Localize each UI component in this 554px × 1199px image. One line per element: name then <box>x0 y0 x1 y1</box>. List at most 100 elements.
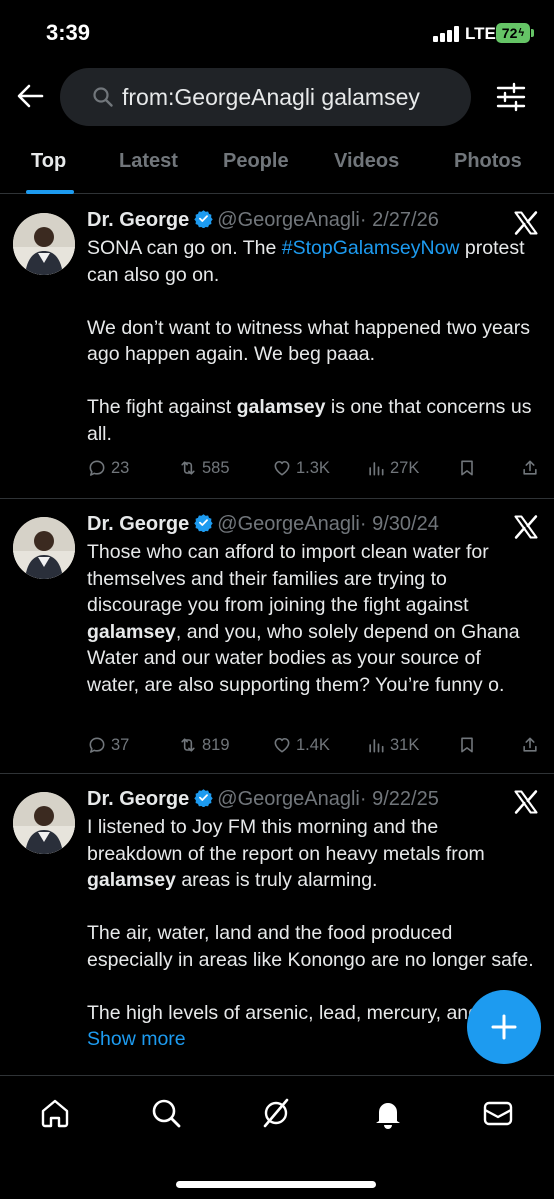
tweet-text-part: Those who can afford to import clean wat… <box>87 541 489 616</box>
x-logo-icon <box>514 211 538 235</box>
repost-count: 819 <box>202 735 230 754</box>
like-count: 1.3K <box>296 458 330 477</box>
compose-button[interactable] <box>467 990 541 1064</box>
tweet-actions: 23 585 1.3K 27K <box>0 458 554 484</box>
tweet-text-part: areas is truly alarming. <box>175 869 378 891</box>
views-icon <box>369 462 384 476</box>
author-name[interactable]: Dr. George <box>87 788 189 810</box>
hashtag-link[interactable]: #StopGalamseyNow <box>282 237 460 259</box>
tab-latest[interactable]: Latest <box>119 150 178 173</box>
battery-icon: 72 ϟ <box>496 23 530 43</box>
network-label: LTE <box>465 24 496 43</box>
verified-icon <box>194 514 213 532</box>
author-handle[interactable]: @GeorgeAnagli <box>217 788 360 810</box>
active-tab-indicator <box>26 190 74 194</box>
home-icon[interactable] <box>38 1096 72 1130</box>
bookmark-icon <box>461 737 473 753</box>
tweet[interactable]: Dr. George @GeorgeAnagli· 9/30/24 Those w… <box>0 499 554 774</box>
tab-people[interactable]: People <box>223 150 289 173</box>
tweet-text-part: The fight against <box>87 396 237 418</box>
x-logo-icon <box>514 790 538 814</box>
tab-top[interactable]: Top <box>31 150 66 173</box>
compose-icon <box>491 1014 517 1040</box>
repost-count: 585 <box>202 458 230 477</box>
reply-button[interactable]: 23 <box>87 458 129 478</box>
tweet-actions: 37 819 1.4K 31K <box>0 735 554 761</box>
like-icon <box>274 737 290 753</box>
tweet-text: Those who can afford to import clean wat… <box>87 539 537 698</box>
reply-icon <box>89 460 105 476</box>
search-tabs: Top Latest People Videos Photos <box>0 130 554 194</box>
like-button[interactable]: 1.3K <box>272 458 330 478</box>
battery-cap <box>531 29 534 37</box>
status-time: 3:39 <box>46 20 91 45</box>
bottom-nav <box>0 1075 554 1199</box>
like-count: 1.4K <box>296 735 330 754</box>
highlighted-keyword: galamsey <box>87 620 176 643</box>
reply-icon <box>89 737 105 753</box>
views-count: 27K <box>390 458 420 477</box>
grok-icon[interactable] <box>259 1096 293 1130</box>
like-icon <box>274 460 290 476</box>
tweet-paragraph: The air, water, land and the food produc… <box>87 922 534 971</box>
author-handle[interactable]: @GeorgeAnagli <box>217 209 360 231</box>
tweet-text-part: SONA can go on. The <box>87 237 282 259</box>
views-button[interactable]: 31K <box>366 735 419 755</box>
reply-count: 23 <box>111 458 130 477</box>
tweet-header: Dr. George @GeorgeAnagli· 2/27/26 <box>87 209 439 232</box>
search-nav-icon[interactable] <box>149 1096 183 1130</box>
tab-photos[interactable]: Photos <box>454 150 522 173</box>
like-button[interactable]: 1.4K <box>272 735 330 755</box>
tweet-header: Dr. George @GeorgeAnagli· 9/22/25 <box>87 788 439 811</box>
back-arrow-icon[interactable] <box>14 80 46 112</box>
tweet-text-part: The high levels of arsenic, lead, mercur… <box>87 1001 529 1024</box>
repost-icon <box>181 738 195 752</box>
notifications-icon[interactable] <box>371 1096 405 1130</box>
repost-icon <box>181 461 195 475</box>
author-handle[interactable]: @GeorgeAnagli <box>217 513 360 535</box>
avatar[interactable] <box>13 792 75 854</box>
tweet-date: · 9/30/24 <box>359 513 439 535</box>
repost-button[interactable]: 585 <box>178 458 230 478</box>
search-query: from:GeorgeAnagli galamsey <box>122 83 420 110</box>
reply-button[interactable]: 37 <box>87 735 129 755</box>
battery-level: 72 <box>501 25 518 41</box>
views-count: 31K <box>390 735 420 754</box>
show-more-link[interactable]: Show more <box>87 1028 186 1050</box>
bookmark-icon <box>461 460 473 476</box>
share-icon <box>523 737 537 752</box>
tweet-header: Dr. George @GeorgeAnagli· 9/30/24 <box>87 513 439 536</box>
messages-icon[interactable] <box>481 1096 515 1130</box>
search-icon <box>93 87 113 107</box>
x-logo-icon <box>514 515 538 539</box>
views-button[interactable]: 27K <box>366 458 419 478</box>
home-indicator <box>176 1181 376 1188</box>
highlighted-keyword: galamsey <box>87 869 176 891</box>
share-button[interactable] <box>520 735 544 755</box>
tweet-date: · 2/27/26 <box>359 209 439 231</box>
tweet[interactable]: Dr. George @GeorgeAnagli· 2/27/26 SONA ca… <box>0 195 554 499</box>
verified-icon <box>194 789 213 807</box>
author-name[interactable]: Dr. George <box>87 209 189 231</box>
views-icon <box>369 739 384 753</box>
tab-videos[interactable]: Videos <box>334 150 399 173</box>
reply-count: 37 <box>111 735 130 754</box>
tweet-date: · 9/22/25 <box>359 788 439 810</box>
status-bar: 3:39 LTE 72 ϟ <box>0 0 554 66</box>
author-name[interactable]: Dr. George <box>87 513 189 535</box>
share-button[interactable] <box>520 458 544 478</box>
bookmark-button[interactable] <box>457 458 481 478</box>
tweet-text-part: I listened to Joy FM this morning and th… <box>87 816 485 865</box>
signal-icon <box>433 26 459 42</box>
bookmark-button[interactable] <box>457 735 481 755</box>
highlighted-keyword: galamsey <box>236 396 326 418</box>
avatar[interactable] <box>13 213 75 275</box>
tweet-text: SONA can go on. The #StopGalamseyNow pro… <box>87 235 537 447</box>
verified-icon <box>194 210 213 228</box>
share-icon <box>523 460 537 475</box>
search-input[interactable]: from:GeorgeAnagli galamsey <box>60 68 471 126</box>
filter-icon[interactable] <box>494 80 528 114</box>
tweet-paragraph: We don’t want to witness what happened t… <box>87 316 530 366</box>
repost-button[interactable]: 819 <box>178 735 230 755</box>
avatar[interactable] <box>13 517 75 579</box>
